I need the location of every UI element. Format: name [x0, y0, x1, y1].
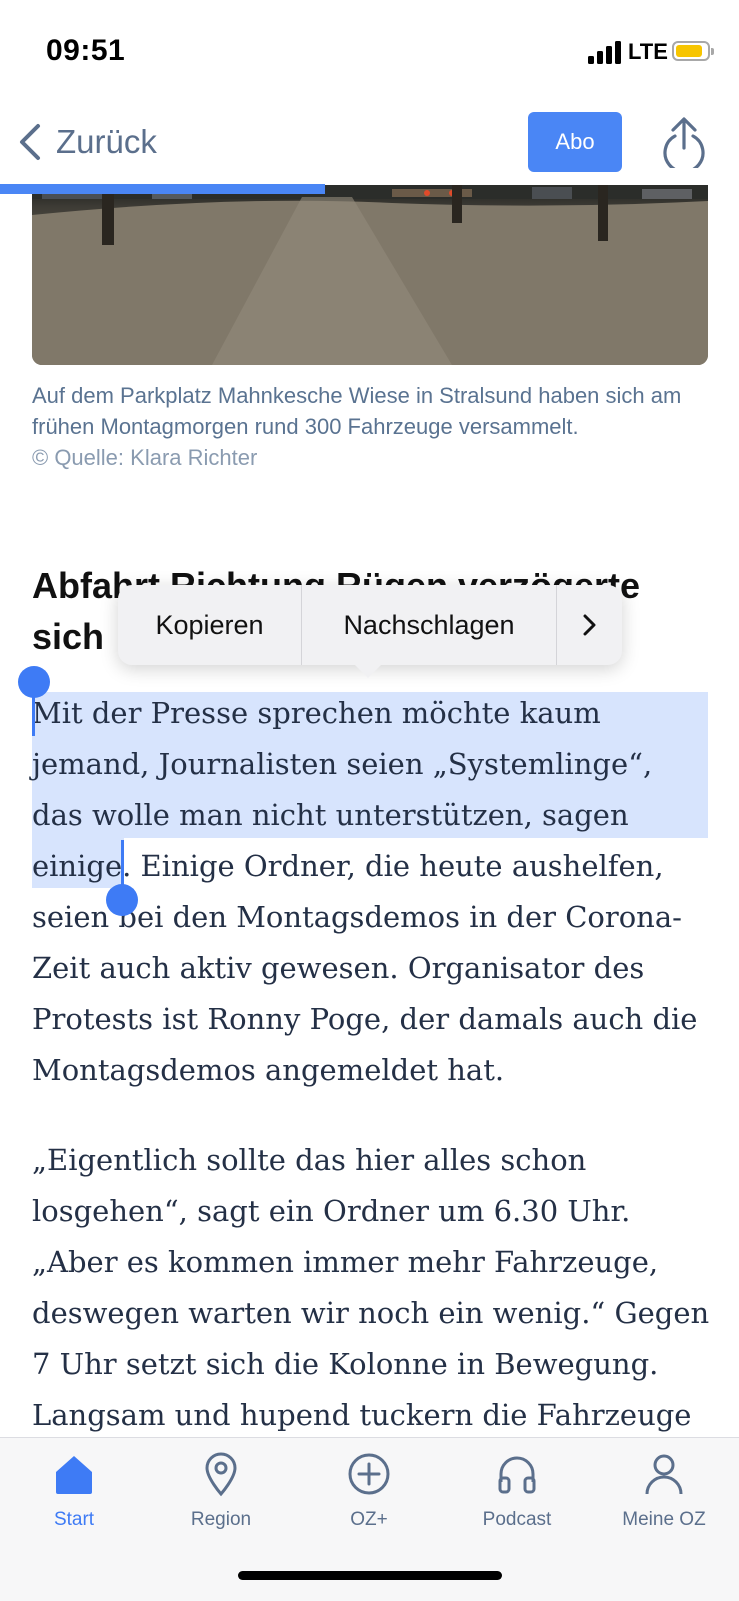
- copy-menu-item[interactable]: Kopieren: [118, 585, 301, 665]
- plus-circle-icon: [348, 1453, 390, 1495]
- photo-caption: Auf dem Parkplatz Mahnkesche Wiese in St…: [32, 380, 708, 473]
- tab-label: Meine OZ: [622, 1509, 706, 1530]
- photo-caption-text: Auf dem Parkplatz Mahnkesche Wiese in St…: [32, 383, 682, 439]
- back-button[interactable]: Zurück: [16, 120, 157, 164]
- tab-start[interactable]: Start: [14, 1450, 134, 1531]
- tab-podcast[interactable]: Podcast: [457, 1450, 577, 1531]
- share-icon[interactable]: [660, 116, 708, 168]
- network-label: LTE: [628, 39, 668, 64]
- lookup-menu-item[interactable]: Nachschlagen: [302, 585, 556, 665]
- headphones-icon: [498, 1456, 536, 1494]
- signal-icon: [588, 40, 622, 64]
- person-icon: [645, 1454, 683, 1495]
- status-time: 09:51: [46, 34, 126, 67]
- tab-oz-plus[interactable]: OZ+: [309, 1450, 429, 1531]
- tab-label: Podcast: [482, 1509, 552, 1530]
- tab-meine-oz[interactable]: Meine OZ: [604, 1450, 724, 1531]
- tab-label: OZ+: [350, 1509, 388, 1530]
- home-icon: [56, 1456, 92, 1494]
- tab-label: Region: [190, 1509, 252, 1530]
- back-label: Zurück: [56, 123, 157, 160]
- text-context-menu: Kopieren Nachschlagen: [118, 585, 622, 665]
- location-pin-icon: [205, 1452, 237, 1497]
- article-photo[interactable]: [32, 185, 708, 365]
- selection-start-caret: [32, 692, 35, 736]
- selection-end-caret: [121, 840, 124, 888]
- subscribe-button[interactable]: Abo: [528, 112, 622, 172]
- tab-label: Start: [53, 1509, 95, 1530]
- article-paragraph[interactable]: „Eigentlich sollte das hier alles schon …: [32, 1135, 712, 1441]
- more-options-button[interactable]: [557, 585, 621, 665]
- home-indicator[interactable]: [238, 1571, 502, 1580]
- chevron-left-icon: [20, 124, 40, 160]
- context-menu-pointer: [354, 664, 382, 678]
- reading-progress-bar: [0, 184, 325, 194]
- chevron-right-icon: [583, 614, 596, 636]
- navigation-bar: Zurück Abo: [0, 100, 739, 184]
- tab-region[interactable]: Region: [161, 1450, 281, 1531]
- battery-icon: [672, 41, 714, 61]
- photo-credit: © Quelle: Klara Richter: [32, 445, 258, 470]
- selection-end-handle[interactable]: [106, 884, 138, 916]
- status-bar: 09:51 LTE: [0, 0, 739, 100]
